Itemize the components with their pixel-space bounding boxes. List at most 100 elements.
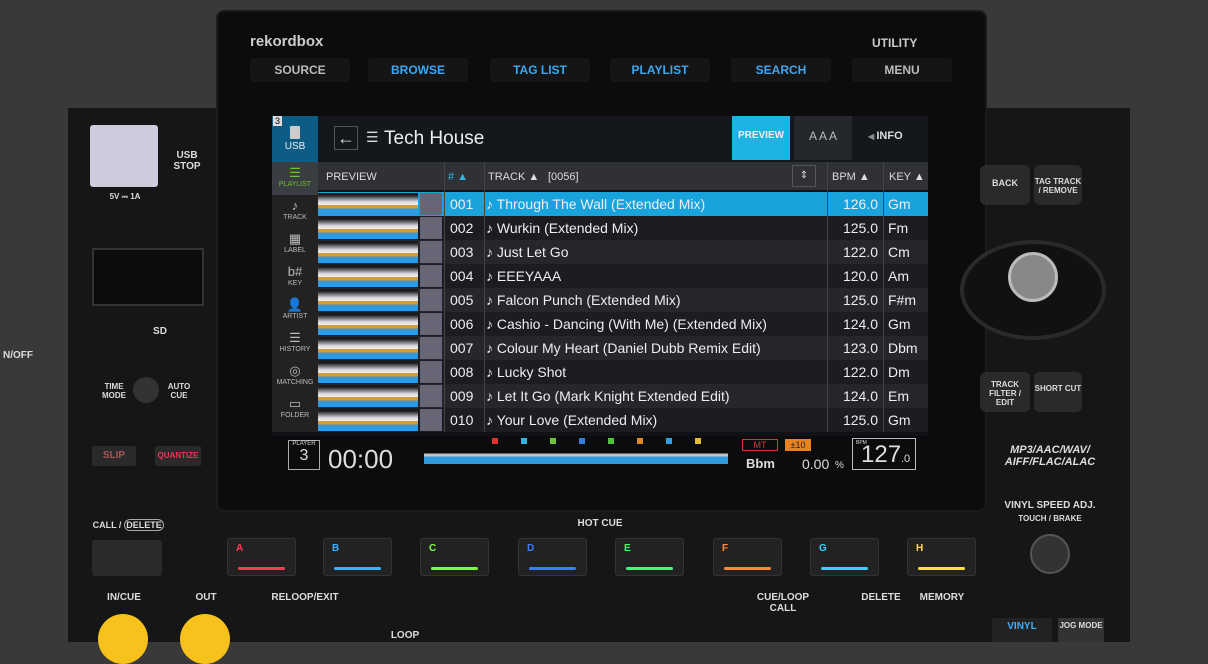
- utility-button[interactable]: UTILITY: [872, 36, 917, 50]
- slip-button[interactable]: SLIP: [92, 446, 136, 466]
- out-button[interactable]: [180, 614, 230, 664]
- col-bpm[interactable]: BPM ▲: [832, 171, 870, 183]
- album-art: [420, 217, 442, 239]
- sidebar-item-artist[interactable]: 👤 ARTIST: [272, 294, 318, 327]
- jog-mode-button[interactable]: JOG MODE: [1058, 618, 1104, 642]
- hot-cue-pad-e[interactable]: E: [615, 538, 684, 576]
- track-filter-button[interactable]: TRACK FILTER / EDIT: [980, 372, 1030, 412]
- track-title-text: Falcon Punch (Extended Mix): [496, 292, 681, 308]
- pitch-unit: %: [835, 460, 844, 471]
- note-icon: ♪: [486, 244, 497, 260]
- track-key: Gm: [888, 316, 911, 332]
- table-row[interactable]: 005 ♪ Falcon Punch (Extended Mix) 125.0 F#m: [318, 288, 928, 312]
- pad-label: E: [624, 543, 631, 554]
- rekordbox-logo: rekordbox: [250, 33, 324, 50]
- menu-button[interactable]: MENU: [852, 58, 952, 82]
- track-number: 001: [450, 196, 474, 212]
- preview-button[interactable]: PREVIEW: [732, 116, 790, 160]
- bpm-decimal: .0: [901, 453, 911, 465]
- sidebar-item-label[interactable]: ▦ LABEL: [272, 228, 318, 261]
- hot-cue-pad-b[interactable]: B: [323, 538, 392, 576]
- track-bpm: 125.0: [842, 412, 878, 428]
- player-status-bar: PLAYER 3 00:00 MT ±10 Bbm 0.00 % BPM 127…: [272, 436, 928, 476]
- sidebar-item-label: MATCHING: [276, 379, 314, 386]
- hot-cue-pad-f[interactable]: F: [713, 538, 782, 576]
- search-button[interactable]: SEARCH: [731, 58, 831, 82]
- back-button[interactable]: ←: [334, 126, 358, 150]
- hot-cue-pad-c[interactable]: C: [420, 538, 489, 576]
- sidebar-item-key[interactable]: b# KEY: [272, 261, 318, 294]
- hot-cue-label: HOT CUE: [560, 518, 640, 529]
- usb-port[interactable]: [90, 125, 158, 187]
- col-key[interactable]: KEY ▲: [889, 171, 925, 183]
- col-track[interactable]: TRACK ▲: [488, 171, 539, 183]
- col-number[interactable]: # ▲: [448, 171, 468, 183]
- pad-label: F: [722, 543, 729, 554]
- call-button[interactable]: [92, 540, 162, 576]
- on-off-label: N/OFF: [3, 350, 33, 361]
- table-row[interactable]: 002 ♪ Wurkin (Extended Mix) 125.0 Fm: [318, 216, 928, 240]
- usb-icon: [290, 126, 300, 139]
- hot-cue-pad-a[interactable]: A: [227, 538, 296, 576]
- sidebar-item-track[interactable]: ♪ TRACK: [272, 195, 318, 228]
- time-mode-knob[interactable]: [133, 377, 159, 403]
- tag-track-button[interactable]: TAG TRACK / REMOVE: [1034, 165, 1082, 205]
- browse-button[interactable]: BROWSE: [368, 58, 468, 82]
- rotary-selector[interactable]: [960, 240, 1106, 340]
- quantize-button[interactable]: QUANTIZE: [155, 446, 201, 466]
- source-usb-button[interactable]: 3 USB: [272, 116, 318, 162]
- playlist-button[interactable]: PLAYLIST: [610, 58, 710, 82]
- track-bpm: 123.0: [842, 340, 878, 356]
- bpm-value: 127: [861, 441, 902, 468]
- sidebar-item-matching[interactable]: ◎ MATCHING: [272, 360, 318, 393]
- sidebar-item-history[interactable]: ☰ HISTORY: [272, 327, 318, 360]
- tag-list-button[interactable]: TAG LIST: [490, 58, 590, 82]
- track-title: ♪ Through The Wall (Extended Mix): [486, 196, 705, 212]
- vinyl-speed-label: VINYL SPEED ADJ.: [1004, 500, 1096, 511]
- track-bpm: 124.0: [842, 388, 878, 404]
- sort-toggle-button[interactable]: ⇕: [792, 165, 816, 187]
- vinyl-button[interactable]: VINYL: [992, 618, 1052, 642]
- master-tempo-badge: MT: [742, 439, 778, 451]
- track-bpm: 125.0: [842, 220, 878, 236]
- source-button[interactable]: SOURCE: [250, 58, 350, 82]
- track-title: ♪ Your Love (Extended Mix): [486, 412, 657, 428]
- track-title-text: Let It Go (Mark Knight Extended Edit): [496, 388, 730, 404]
- track-title: ♪ Colour My Heart (Daniel Dubb Remix Edi…: [486, 340, 761, 356]
- table-row[interactable]: 004 ♪ EEEYAAA 120.0 Am: [318, 264, 928, 288]
- column-header: PREVIEW # ▲ TRACK ▲ [0056] ⇕ BPM ▲ KEY ▲: [318, 162, 928, 190]
- pitch-value: 0.00: [802, 456, 830, 472]
- album-art: [420, 361, 442, 383]
- table-row[interactable]: 001 ♪ Through The Wall (Extended Mix) 126.…: [318, 192, 928, 216]
- reloop-label: RELOOP/EXIT: [271, 592, 339, 603]
- hot-cue-marker: [608, 438, 614, 444]
- table-row[interactable]: 010 ♪ Your Love (Extended Mix) 125.0 Gm: [318, 408, 928, 432]
- track-title: ♪ Cashio - Dancing (With Me) (Extended M…: [486, 316, 767, 332]
- overview-waveform[interactable]: [424, 450, 728, 464]
- waveform-preview: [318, 385, 418, 407]
- loop-label: LOOP: [390, 630, 420, 641]
- in-cue-button[interactable]: [98, 614, 148, 664]
- table-row[interactable]: 006 ♪ Cashio - Dancing (With Me) (Extende…: [318, 312, 928, 336]
- col-preview[interactable]: PREVIEW: [326, 171, 377, 183]
- hot-cue-pad-g[interactable]: G: [810, 538, 879, 576]
- font-size-button[interactable]: A A A: [794, 116, 852, 160]
- hot-cue-pad-d[interactable]: D: [518, 538, 587, 576]
- hot-cue-marker: [492, 438, 498, 444]
- sidebar-item-playlist[interactable]: ☰ PLAYLIST: [272, 162, 318, 195]
- sidebar-item-folder[interactable]: ▭ FOLDER: [272, 393, 318, 426]
- short-cut-button[interactable]: SHORT CUT: [1034, 372, 1082, 412]
- info-button[interactable]: ◀ INFO: [868, 130, 903, 142]
- track-number: 005: [450, 292, 474, 308]
- screen-header: 3 USB ← ☰ Tech House PREVIEW A A A ◀ INF…: [272, 116, 928, 162]
- sd-slot[interactable]: [92, 248, 204, 306]
- table-row[interactable]: 009 ♪ Let It Go (Mark Knight Extended Edi…: [318, 384, 928, 408]
- table-row[interactable]: 007 ♪ Colour My Heart (Daniel Dubb Remix …: [318, 336, 928, 360]
- table-row[interactable]: 008 ♪ Lucky Shot 122.0 Dm: [318, 360, 928, 384]
- hot-cue-pad-h[interactable]: H: [907, 538, 976, 576]
- vinyl-speed-knob[interactable]: [1030, 534, 1070, 574]
- table-row[interactable]: 003 ♪ Just Let Go 122.0 Cm: [318, 240, 928, 264]
- track-key: Cm: [888, 244, 910, 260]
- track-title: ♪ Just Let Go: [486, 244, 568, 260]
- back-hw-button[interactable]: BACK: [980, 165, 1030, 205]
